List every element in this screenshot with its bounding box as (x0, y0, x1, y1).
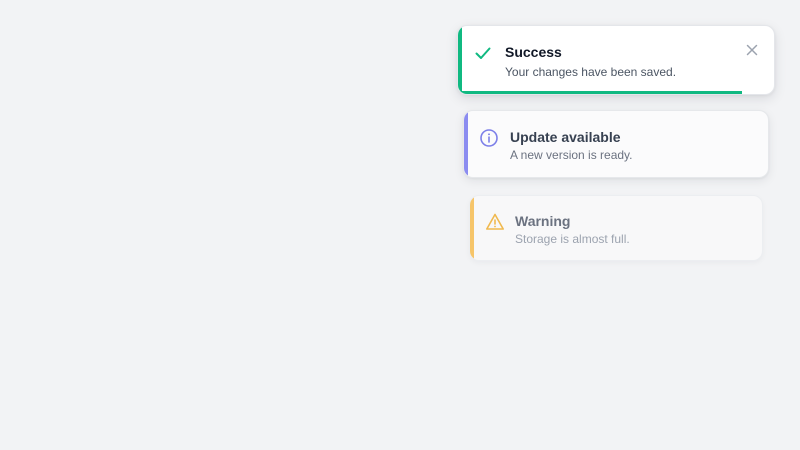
toast-accent-bar (470, 196, 474, 260)
toast-warning[interactable]: Warning Storage is almost full. (469, 195, 763, 261)
notification-viewport: Warning Storage is almost full. Update a… (0, 0, 800, 450)
toast-title: Success (505, 44, 562, 60)
toast-accent-bar (464, 111, 468, 177)
toast-accent-bar (458, 26, 462, 94)
toast-success[interactable]: Success Your changes have been saved. (457, 25, 775, 95)
close-icon[interactable] (744, 42, 760, 58)
toast-info[interactable]: Update available A new version is ready. (463, 110, 769, 178)
toast-progress-bar (458, 91, 743, 94)
info-icon (479, 128, 499, 148)
toast-title: Update available (510, 129, 621, 145)
toast-title: Warning (515, 213, 571, 229)
toast-message: A new version is ready. (510, 148, 633, 162)
warning-triangle-icon (485, 212, 505, 232)
checkmark-icon (473, 43, 493, 63)
toast-message: Your changes have been saved. (505, 65, 677, 79)
toast-message: Storage is almost full. (515, 232, 630, 246)
